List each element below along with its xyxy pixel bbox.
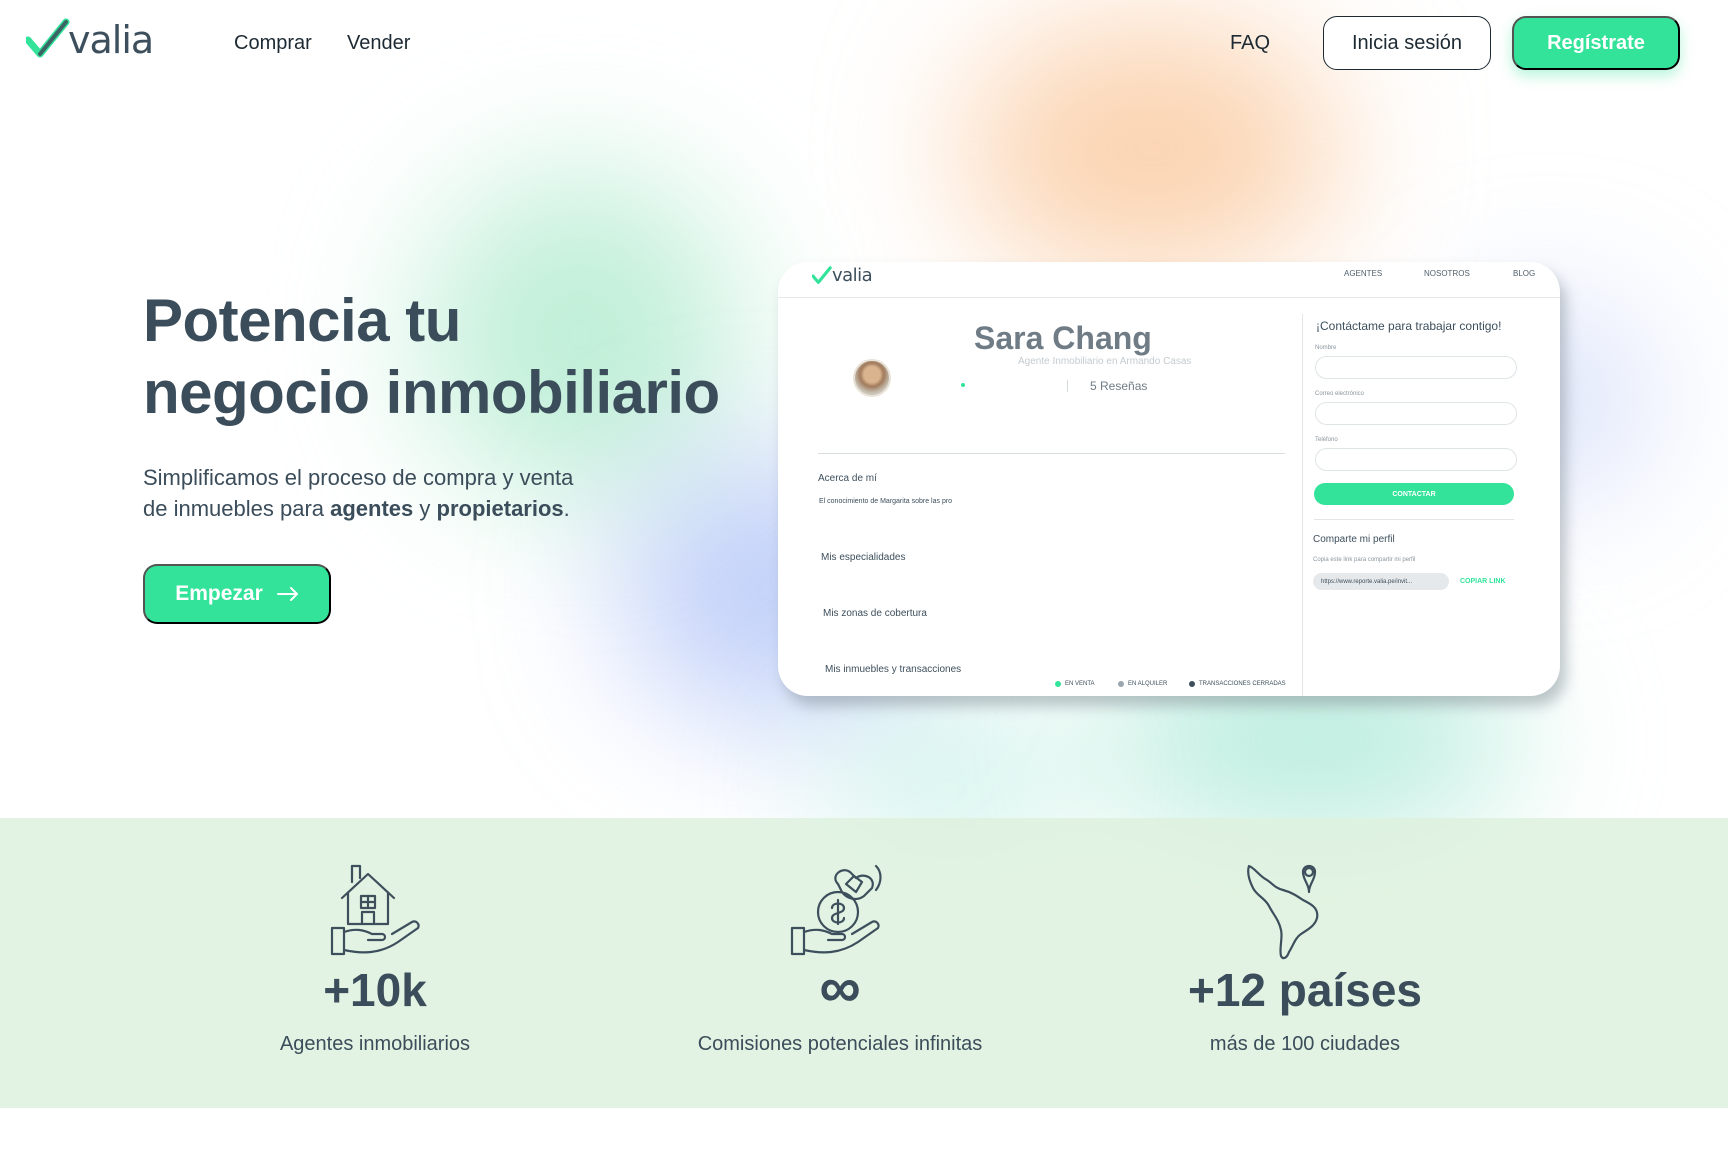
mockup-navbar: valia AGENTES NOSOTROS BLOG: [778, 262, 1560, 298]
legend-label-sale: EN VENTA: [1065, 681, 1095, 687]
mockup-input-phone: [1315, 448, 1517, 471]
mockup-logo: valia: [812, 265, 873, 286]
hero-title-line-1: Potencia tu: [143, 287, 461, 354]
mockup-profile-title: Agente Inmobiliario en Armando Casas: [1018, 356, 1192, 367]
register-button[interactable]: Regístrate: [1512, 16, 1680, 70]
mockup-share-title: Comparte mi perfil: [1313, 534, 1395, 545]
start-button[interactable]: Empezar: [143, 564, 331, 624]
mockup-input-name: [1315, 356, 1517, 379]
mockup-properties-heading: Mis inmuebles y transacciones: [825, 664, 962, 675]
mockup-column-divider: [1302, 314, 1303, 696]
mockup-divider: [1067, 380, 1068, 392]
hero-sub-and: y: [413, 496, 437, 521]
mockup-status-dot: [961, 383, 965, 387]
mockup-share-subtitle: Copia este link para compartir mi perfil: [1313, 557, 1416, 563]
profile-preview-mockup: valia AGENTES NOSOTROS BLOG Sara Chang A…: [778, 262, 1560, 696]
legend-label-closed: TRANSACCIONES CERRADAS: [1199, 681, 1286, 687]
stat-agents-value: +10k: [323, 964, 427, 1016]
mockup-about-heading: Acerca de mí: [818, 473, 877, 484]
stat-countries-label: más de 100 ciudades: [1209, 1033, 1401, 1055]
mockup-input-email: [1315, 402, 1517, 425]
mockup-logo-text: valia: [832, 265, 873, 286]
mockup-contact-title: ¡Contáctame para trabajar contigo!: [1316, 319, 1502, 333]
hero-sub-line-1: Simplificamos el proceso de compra y ven…: [143, 465, 574, 490]
mockup-nav-blog: BLOG: [1513, 269, 1536, 278]
arrow-right-icon: [276, 587, 298, 601]
start-button-label: Empezar: [175, 582, 263, 605]
mockup-reviews: 5 Reseñas: [1090, 379, 1148, 393]
mockup-contact-divider: [1314, 519, 1514, 520]
mockup-label-name: Nombre: [1315, 345, 1337, 351]
stat-countries-value: +12 países: [1187, 964, 1423, 1016]
stats-section: +10k Agentes inmobiliarios ∞ Comisiones …: [0, 818, 1728, 1108]
nav-link-faq[interactable]: FAQ: [1230, 32, 1270, 55]
mockup-checkmark-logo-icon: [812, 266, 832, 284]
hero-sub-agents: agentes: [330, 496, 414, 521]
legend-label-rent: EN ALQUILER: [1128, 681, 1168, 687]
legend-dot-sale: [1055, 681, 1061, 687]
hero-title-line-2: negocio inmobiliario: [143, 359, 720, 426]
mockup-avatar: [853, 359, 891, 397]
hero-sub-end: .: [563, 496, 570, 521]
mockup-nav-agentes: AGENTES: [1344, 269, 1383, 278]
mockup-coverage-heading: Mis zonas de cobertura: [823, 608, 927, 619]
mockup-copy-link: COPIAR LINK: [1460, 578, 1506, 585]
mockup-profile-name: Sara Chang: [974, 320, 1152, 356]
checkmark-logo-icon: [26, 18, 70, 58]
brand-name: valia: [68, 18, 154, 62]
legend-dot-closed: [1189, 681, 1195, 687]
mockup-share-link: https://www.reporte.valia.pe/invit...: [1313, 573, 1449, 590]
mockup-legend-rent: EN ALQUILER: [1118, 681, 1167, 687]
house-in-hand-icon: [330, 864, 420, 956]
money-in-hand-icon: [790, 864, 882, 956]
nav-link-vender[interactable]: Vender: [347, 32, 410, 55]
mockup-section-divider: [818, 453, 1285, 454]
nav-link-comprar[interactable]: Comprar: [234, 32, 312, 55]
mockup-legend-sale: EN VENTA: [1055, 681, 1095, 687]
hero-sub-owners: propietarios: [436, 496, 564, 521]
login-button[interactable]: Inicia sesión: [1323, 16, 1491, 70]
legend-dot-rent: [1118, 681, 1124, 687]
mockup-about-text: El conocimiento de Margarita sobre las p…: [819, 498, 953, 505]
hero-subtitle: Simplificamos el proceso de compra y ven…: [143, 462, 623, 524]
hero-title: Potencia tu negocio inmobiliario: [143, 285, 763, 429]
mockup-label-email: Correo electrónico: [1315, 391, 1365, 397]
stat-commissions-label: Comisiones potenciales infinitas: [697, 1033, 983, 1055]
top-navbar: valia Comprar Vender FAQ Inicia sesión R…: [0, 0, 1728, 86]
mockup-label-phone: Teléfono: [1315, 437, 1338, 443]
mockup-legend-closed: TRANSACCIONES CERRADAS: [1189, 681, 1286, 687]
mockup-contact-button: CONTACTAR: [1314, 483, 1514, 505]
hero-sub-prefix: de inmuebles para: [143, 496, 331, 521]
stat-agents-label: Agentes inmobiliarios: [279, 1033, 471, 1055]
mockup-nav-nosotros: NOSOTROS: [1424, 269, 1470, 278]
brand-logo[interactable]: valia: [26, 18, 154, 62]
mockup-specialties-heading: Mis especialidades: [821, 552, 906, 563]
latin-america-map-pin-icon: [1247, 864, 1319, 960]
stat-commissions-value: ∞: [819, 955, 861, 1020]
